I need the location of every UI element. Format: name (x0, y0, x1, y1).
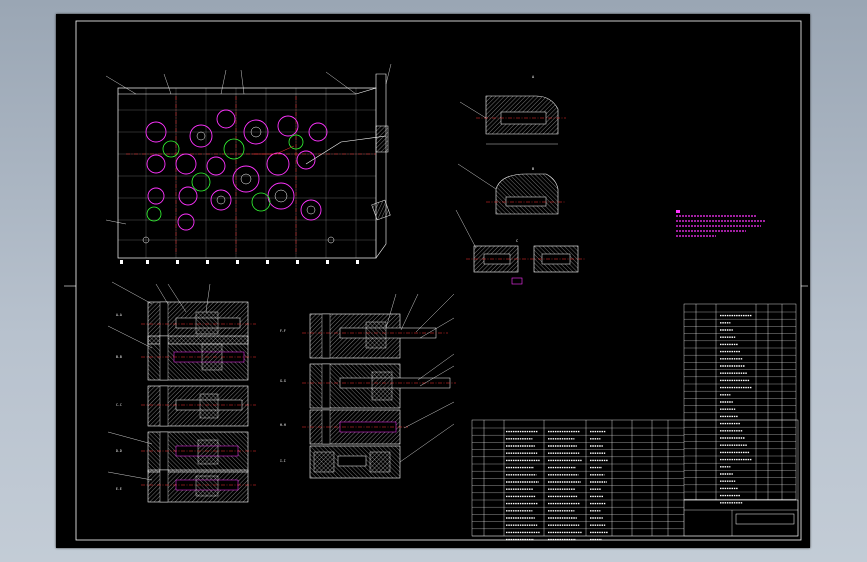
detail-view-a: A (459, 75, 566, 145)
section-e-e (141, 469, 256, 503)
section-g-g (302, 363, 456, 409)
section-c-c (141, 385, 256, 427)
detail-c-label: C (516, 239, 518, 243)
section-label-f: F-F (280, 329, 286, 333)
technical-notes (676, 210, 766, 237)
bom-rows (684, 311, 796, 504)
section-label-b: B-B (116, 355, 122, 359)
detail-view-b: B (457, 163, 566, 215)
parts-list-table (683, 303, 797, 501)
left-section-stack: A-A B-B C-C D-D E-E (107, 281, 256, 503)
section-d-d (141, 431, 256, 473)
section-h-h (302, 409, 408, 445)
middle-section-stack: F-F G-G H-H I-I (280, 293, 456, 479)
section-label-g: G-G (280, 379, 286, 383)
section-i-i (309, 445, 401, 479)
section-label-d: D-D (116, 449, 122, 453)
title-block (683, 499, 799, 537)
main-plan-view (105, 63, 392, 264)
detail-view-c: C (455, 209, 586, 285)
section-label-i: I-I (280, 459, 286, 463)
section-label-a: A-A (116, 313, 122, 317)
section-label-h: H-H (280, 423, 286, 427)
section-label-e: E-E (116, 487, 122, 491)
section-b-b (141, 335, 256, 381)
section-f-f (302, 313, 448, 359)
cad-drawing: A B C A-A B-B C-C D-D E-E F-F G-G H-H I-… (64, 20, 808, 541)
drawing-sheet: A B C A-A B-B C-C D-D E-E F-F G-G H-H I-… (56, 14, 810, 548)
detail-a-label: A (532, 75, 535, 79)
section-label-c: C-C (116, 403, 122, 407)
detail-b-label: B (532, 167, 534, 171)
